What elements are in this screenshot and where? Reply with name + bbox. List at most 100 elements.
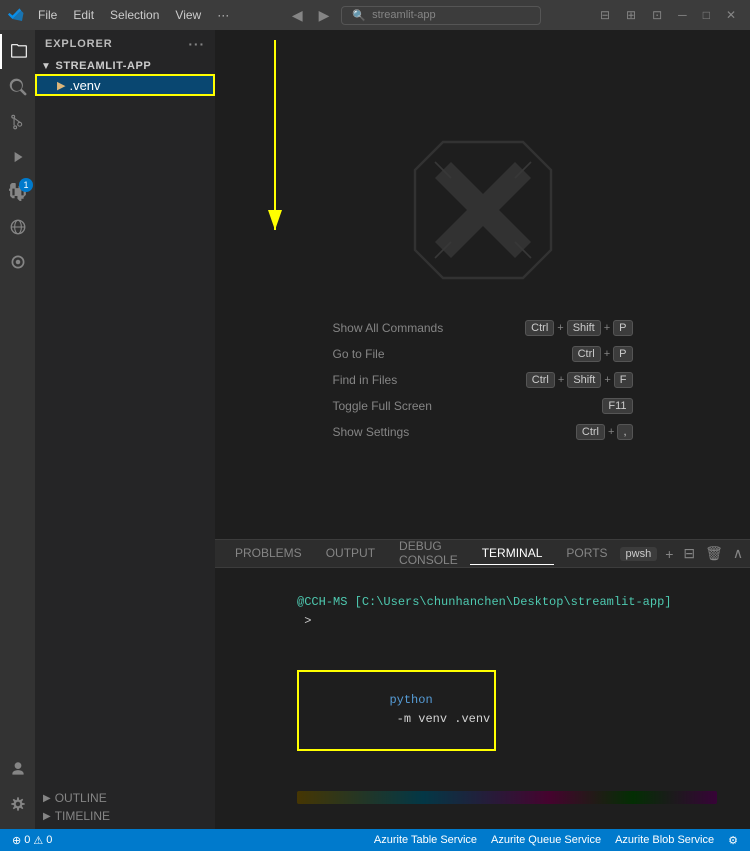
find-in-files-keys: Ctrl + Shift + F [526,372,633,388]
activity-copilot[interactable] [0,244,35,279]
terminal-instance[interactable]: pwsh [620,547,658,561]
search-icon: 🔍 [352,9,366,22]
azurite-blob-service[interactable]: Azurite Blob Service [611,834,718,846]
terminal-add-button[interactable]: + [663,544,675,564]
azurite-table-service[interactable]: Azurite Table Service [370,834,481,846]
error-count: 0 [24,834,30,846]
menu-edit[interactable]: Edit [67,6,100,24]
terminal-tabs: PROBLEMS OUTPUT DEBUG CONSOLE TERMINAL P… [215,540,750,568]
menu-selection[interactable]: Selection [104,6,165,24]
titlebar: File Edit Selection View ··· ◀ ▶ 🔍 strea… [0,0,750,30]
go-to-file-label: Go to File [333,347,385,361]
tab-terminal[interactable]: TERMINAL [470,542,555,565]
cmd-go-to-file: Go to File Ctrl + P [333,346,633,362]
outline-label: OUTLINE [55,791,107,805]
activity-extensions[interactable]: 1 [0,174,35,209]
activity-bottom [0,751,35,829]
sidebar: EXPLORER ··· ▼ STREAMLIT-APP ▶ .venv ▶ O… [35,30,215,829]
show-all-commands-label: Show All Commands [333,321,444,335]
azurite-queue-service[interactable]: Azurite Queue Service [487,834,605,846]
find-in-files-label: Find in Files [333,373,398,387]
cmd-toggle-full-screen: Toggle Full Screen F11 [333,398,633,414]
terminal-line-2: python -m venv .venv [225,651,740,770]
term-python-keyword: python [389,693,432,707]
project-header[interactable]: ▼ STREAMLIT-APP [35,58,215,74]
activity-search[interactable] [0,69,35,104]
activity-source-control[interactable] [0,104,35,139]
show-settings-label: Show Settings [333,425,410,439]
cmd-show-all-commands: Show All Commands Ctrl + Shift + P [333,320,633,336]
welcome-commands: Show All Commands Ctrl + Shift + P Go to… [333,320,633,440]
titlebar-left: File Edit Selection View ··· [8,6,235,24]
layout-icon-3[interactable]: ⊡ [646,6,668,24]
terminal-tab-icons: pwsh + ⊟ 🗑 ∧ ∨ [620,543,750,564]
warning-icon: ⚠ [33,834,43,847]
nav-forward-button[interactable]: ▶ [315,5,334,26]
term-python-args: -m venv .venv [389,712,490,726]
title-search-bar[interactable]: 🔍 streamlit-app [341,6,541,25]
explorer-label: EXPLORER [45,38,113,50]
terminal-body[interactable]: @CCH-MS [C:\Users\chunhanchen\Desktop\st… [215,568,750,829]
venv-label: .venv [69,78,100,93]
status-right: Azurite Table Service Azurite Queue Serv… [370,834,742,847]
vscode-logo-icon [8,7,24,23]
activity-accounts[interactable] [0,751,35,786]
term-prompt-1: > [297,614,311,628]
project-name-label: STREAMLIT-APP [55,60,151,72]
sidebar-header: EXPLORER ··· [35,30,215,58]
status-settings-icon[interactable]: ⚙ [724,834,742,847]
toggle-full-screen-keys: F11 [602,398,632,414]
vscode-large-logo [403,130,563,290]
outline-section[interactable]: ▶ OUTLINE [35,789,215,807]
menu-more[interactable]: ··· [211,6,235,24]
warning-count: 0 [46,834,52,846]
tab-output[interactable]: OUTPUT [314,542,387,565]
activity-settings[interactable] [0,786,35,821]
editor-area: Show All Commands Ctrl + Shift + P Go to… [215,30,750,829]
activity-explorer[interactable] [0,34,35,69]
status-bar: ⊕ 0 ⚠ 0 Azurite Table Service Azurite Qu… [0,829,750,851]
terminal-instance-label: pwsh [626,548,652,560]
sidebar-more-button[interactable]: ··· [188,36,205,52]
layout-icon-1[interactable]: ⊟ [594,6,616,24]
cmd-show-settings: Show Settings Ctrl + , [333,424,633,440]
titlebar-center: ◀ ▶ 🔍 streamlit-app [288,5,542,26]
show-settings-keys: Ctrl + , [576,424,633,440]
status-left: ⊕ 0 ⚠ 0 [8,834,56,847]
status-errors[interactable]: ⊕ 0 ⚠ 0 [8,834,56,847]
tab-problems[interactable]: PROBLEMS [223,542,314,565]
terminal-trash-button[interactable]: 🗑 [703,543,725,564]
terminal-chevron-up[interactable]: ∧ [731,543,745,564]
go-to-file-keys: Ctrl + P [572,346,633,362]
close-button[interactable]: ✕ [720,6,742,24]
menu-view[interactable]: View [169,6,207,24]
chevron-right-icon: ▶ [43,793,51,804]
menu-file[interactable]: File [32,6,63,24]
activity-run-debug[interactable] [0,139,35,174]
search-text: streamlit-app [372,9,436,21]
term-path-1: @CCH-MS [C:\Users\chunhanchen\Desktop\st… [297,595,671,609]
terminal-line-1: @CCH-MS [C:\Users\chunhanchen\Desktop\st… [225,574,740,651]
main-layout: 1 [0,30,750,829]
terminal-blurred-1 [225,772,740,829]
titlebar-right: ⊟ ⊞ ⊡ ─ □ ✕ [594,6,742,24]
minimize-button[interactable]: ─ [672,6,693,24]
sidebar-footer: ▶ OUTLINE ▶ TIMELINE [35,345,215,829]
maximize-button[interactable]: □ [697,6,716,24]
layout-icon-2[interactable]: ⊞ [620,6,642,24]
tab-debug-console[interactable]: DEBUG CONSOLE [387,535,470,572]
activity-remote[interactable] [0,209,35,244]
tab-ports[interactable]: PORTS [554,542,619,565]
welcome-area: Show All Commands Ctrl + Shift + P Go to… [215,30,750,539]
chevron-down-icon: ▼ [41,61,51,72]
terminal-split-button[interactable]: ⊟ [681,543,697,564]
show-all-commands-keys: Ctrl + Shift + P [525,320,632,336]
chevron-right-icon-2: ▶ [43,811,51,822]
timeline-section[interactable]: ▶ TIMELINE [35,807,215,825]
extensions-badge: 1 [19,178,33,192]
error-icon: ⊕ [12,834,21,847]
sidebar-item-venv[interactable]: ▶ .venv [35,74,215,96]
toggle-full-screen-label: Toggle Full Screen [333,399,432,413]
activity-bar: 1 [0,30,35,829]
nav-back-button[interactable]: ◀ [288,5,307,26]
